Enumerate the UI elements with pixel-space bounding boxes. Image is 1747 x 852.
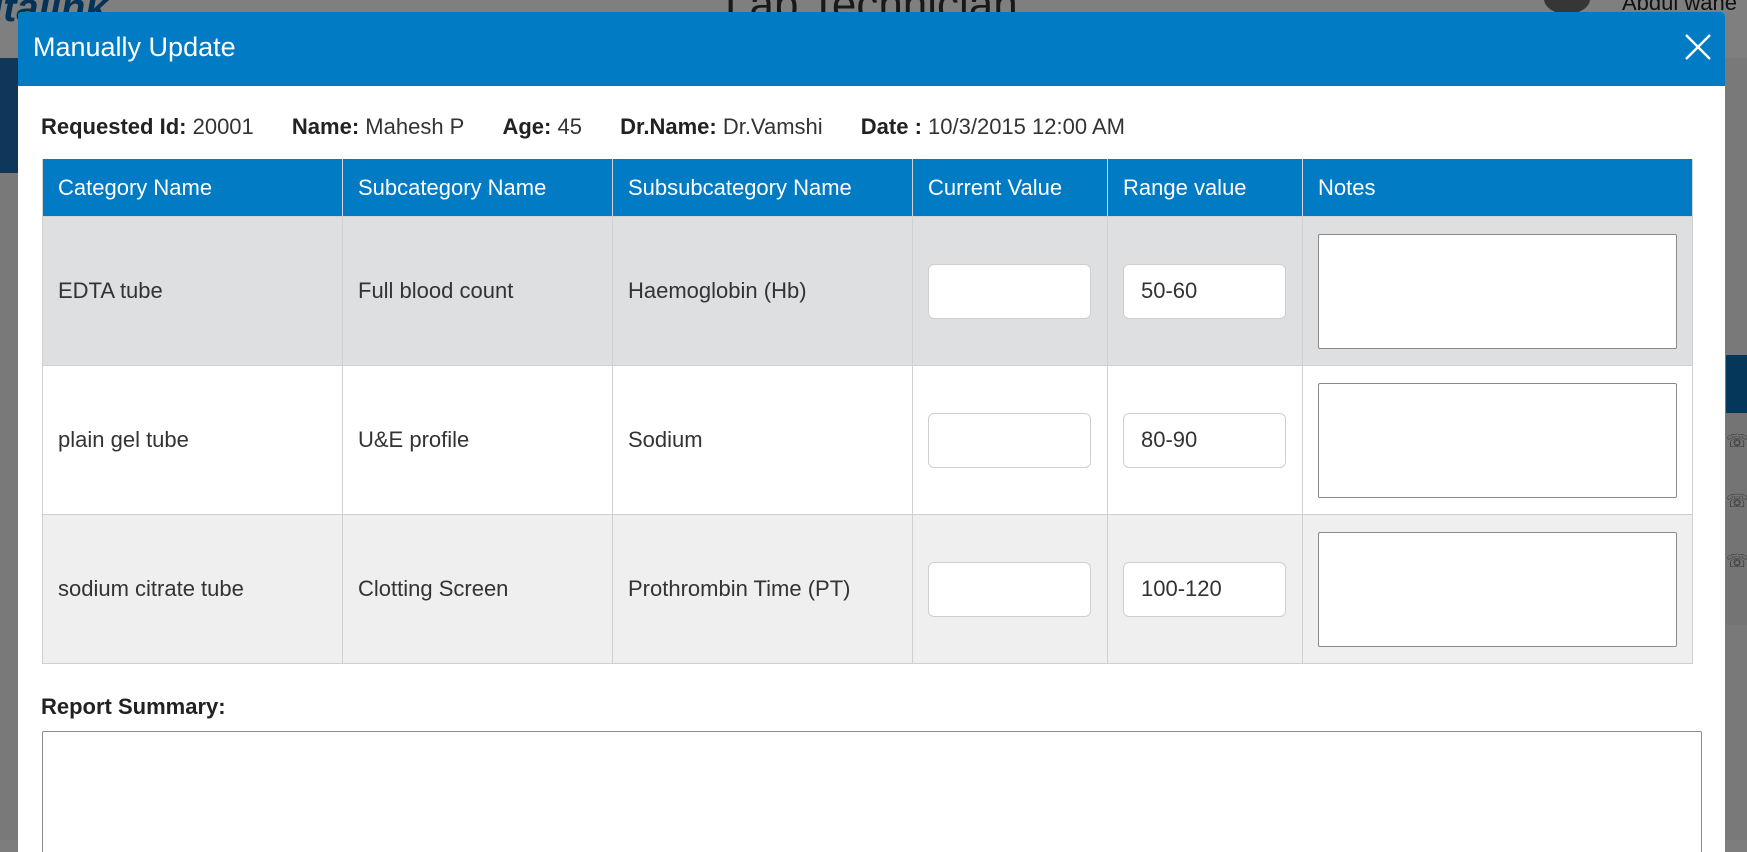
column-header-subsubcategory: Subsubcategory Name — [612, 159, 913, 217]
report-summary-label: Report Summary: — [41, 694, 226, 719]
patient-age-label: Age: — [502, 114, 552, 139]
subsubcategory-cell: Haemoglobin (Hb) — [612, 216, 913, 366]
doctor-name: Dr.Name: Dr.Vamshi — [620, 114, 823, 140]
category-cell: plain gel tube — [42, 365, 343, 515]
table-row: sodium citrate tube Clotting Screen Prot… — [42, 514, 1693, 664]
report-summary-textarea[interactable] — [42, 731, 1702, 852]
patient-name-label: Name: — [291, 114, 360, 139]
request-info: Requested Id: 20001 Name: Mahesh P Age: … — [41, 114, 1157, 140]
notes-textarea[interactable] — [1318, 382, 1677, 498]
requested-id: Requested Id: 20001 — [41, 114, 254, 140]
current-value-input[interactable] — [928, 412, 1091, 468]
request-date-value: 10/3/2015 12:00 AM — [928, 114, 1125, 139]
current-value-input[interactable] — [928, 263, 1091, 319]
request-date: Date : 10/3/2015 12:00 AM — [861, 114, 1125, 140]
range-value-input[interactable] — [1123, 263, 1286, 319]
category-cell: sodium citrate tube — [42, 514, 343, 664]
patient-name-value: Mahesh P — [365, 114, 465, 139]
close-button[interactable] — [1683, 28, 1725, 70]
modal-title: Manually Update — [33, 32, 236, 62]
subsubcategory-cell: Sodium — [612, 365, 913, 515]
range-value-cell — [1107, 514, 1303, 664]
range-value-cell — [1107, 365, 1303, 515]
notes-textarea[interactable] — [1318, 233, 1677, 349]
table-header-row: Category Name Subcategory Name Subsubcat… — [42, 159, 1693, 217]
range-value-input[interactable] — [1123, 412, 1286, 468]
requested-id-value: 20001 — [192, 114, 254, 139]
subcategory-cell: Full blood count — [342, 216, 613, 366]
patient-name: Name: Mahesh P — [292, 114, 464, 140]
column-header-current-value: Current Value — [912, 159, 1108, 217]
test-results-table: Category Name Subcategory Name Subsubcat… — [42, 159, 1693, 664]
current-value-input[interactable] — [928, 561, 1091, 617]
notes-cell — [1302, 365, 1693, 515]
current-value-cell — [912, 514, 1108, 664]
close-icon — [1685, 34, 1711, 60]
subsubcategory-cell: Prothrombin Time (PT) — [612, 514, 913, 664]
subcategory-cell: U&E profile — [342, 365, 613, 515]
patient-age: Age: 45 — [502, 114, 582, 140]
table-row: EDTA tube Full blood count Haemoglobin (… — [42, 216, 1693, 366]
column-header-category: Category Name — [42, 159, 343, 217]
doctor-name-value: Dr.Vamshi — [722, 114, 823, 139]
range-value-input[interactable] — [1123, 561, 1286, 617]
table-row: plain gel tube U&E profile Sodium — [42, 365, 1693, 515]
notes-cell — [1302, 216, 1693, 366]
current-value-cell — [912, 365, 1108, 515]
doctor-name-label: Dr.Name: — [620, 114, 717, 139]
requested-id-label: Requested Id: — [41, 114, 187, 139]
patient-age-value: 45 — [557, 114, 582, 139]
subcategory-cell: Clotting Screen — [342, 514, 613, 664]
column-header-notes: Notes — [1302, 159, 1693, 217]
column-header-subcategory: Subcategory Name — [342, 159, 613, 217]
request-date-label: Date : — [860, 114, 922, 139]
range-value-cell — [1107, 216, 1303, 366]
column-header-range-value: Range value — [1107, 159, 1303, 217]
notes-textarea[interactable] — [1318, 531, 1677, 647]
notes-cell — [1302, 514, 1693, 664]
category-cell: EDTA tube — [42, 216, 343, 366]
modal-header: Manually Update — [18, 12, 1725, 86]
current-value-cell — [912, 216, 1108, 366]
manual-update-modal: Manually Update Requested Id: 20001 Name… — [18, 12, 1725, 852]
